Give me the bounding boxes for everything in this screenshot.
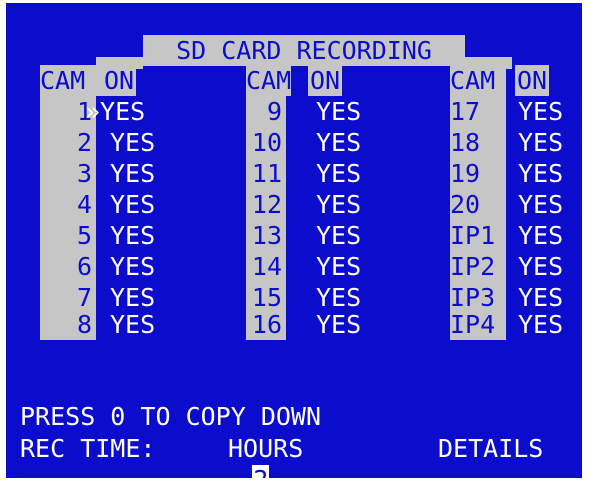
cam-on-value[interactable]: YES <box>110 220 155 251</box>
group2-on-header[interactable]: ON <box>308 65 343 96</box>
group1-cam-header: CAM <box>40 65 86 96</box>
cam-number: 13 <box>251 221 282 250</box>
copy-down-hint: PRESS 0 TO COPY DOWN <box>20 402 322 431</box>
cam-on-value[interactable]: YES <box>110 309 155 340</box>
cam-number: 5 <box>76 221 92 250</box>
cam-number: 20 <box>450 190 481 219</box>
cam-on-value[interactable]: »YES <box>85 96 145 127</box>
cam-number: 18 <box>450 128 481 157</box>
cam-on-value[interactable]: YES <box>518 309 563 340</box>
group1-on-header[interactable]: ON <box>102 65 137 96</box>
cam-number: IP1 <box>450 221 496 250</box>
cam-number: 12 <box>251 190 282 219</box>
cam-on-value[interactable]: YES <box>316 309 361 340</box>
cam-number: 10 <box>251 128 282 157</box>
osd-screen: SD CARD RECORDING CAM ON CAM ON CAM ON 1… <box>6 3 582 478</box>
cam-on-value[interactable]: YES <box>110 251 155 282</box>
cam-on-value[interactable]: YES <box>518 96 563 127</box>
details-button[interactable]: DETAILS <box>438 433 543 464</box>
cam-number: 2 <box>76 128 92 157</box>
cam-on-value[interactable]: YES <box>518 158 563 189</box>
cam-number: 6 <box>76 252 92 281</box>
cam-on-value[interactable]: YES <box>110 127 155 158</box>
rec-time-unit: HOURS <box>228 434 304 463</box>
cam-number: 9 <box>266 97 282 126</box>
cam-on-value[interactable]: YES <box>110 158 155 189</box>
page-title: SD CARD RECORDING <box>143 35 465 66</box>
cam-number: 4 <box>76 190 92 219</box>
cam-on-value[interactable]: YES <box>316 127 361 158</box>
cam-on-value[interactable]: YES <box>316 251 361 282</box>
group2-cam-header: CAM <box>246 65 292 96</box>
group3-cam-header: CAM <box>450 65 496 96</box>
cam-on-value[interactable]: YES <box>518 189 563 220</box>
cam-on-value[interactable]: YES <box>518 251 563 282</box>
cam-number: 3 <box>76 159 92 188</box>
cam-number: IP4 <box>450 310 496 339</box>
cam-number: IP2 <box>450 252 496 281</box>
cam-on-value[interactable]: YES <box>316 189 361 220</box>
cam-on-value[interactable]: YES <box>110 189 155 220</box>
cam-on-value[interactable]: YES <box>518 127 563 158</box>
cam-number: 14 <box>251 252 282 281</box>
rec-time-value[interactable]: 2 <box>252 465 270 478</box>
group3-on-header[interactable]: ON <box>515 65 550 96</box>
cam-number: 8 <box>76 310 92 339</box>
cam-number: 16 <box>251 310 282 339</box>
cam-number: 17 <box>450 97 481 126</box>
cam-on-value[interactable]: YES <box>316 96 361 127</box>
cam-number: 11 <box>251 159 282 188</box>
cam-on-value[interactable]: YES <box>518 220 563 251</box>
cam-on-value[interactable]: YES <box>316 158 361 189</box>
cam-on-value[interactable]: YES <box>316 220 361 251</box>
cam-number: 19 <box>450 159 481 188</box>
rec-time-label: REC TIME: <box>20 434 156 463</box>
